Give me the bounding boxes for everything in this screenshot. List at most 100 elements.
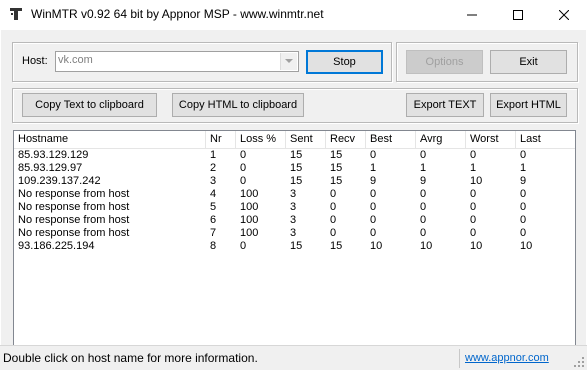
cell-sent: 15 (290, 149, 303, 161)
maximize-icon (513, 10, 523, 20)
copy-text-button[interactable]: Copy Text to clipboard (22, 93, 157, 117)
host-label: Host: (22, 55, 48, 67)
cell-last: 0 (520, 149, 527, 161)
copy-html-button[interactable]: Copy HTML to clipboard (172, 93, 304, 117)
exit-button[interactable]: Exit (490, 50, 567, 74)
cell-worst: 0 (470, 214, 477, 226)
cell-loss: 0 (240, 175, 247, 187)
table-row[interactable]: No response from host 7 100 3 0 0 0 0 0 (14, 227, 575, 240)
minimize-icon (467, 14, 477, 16)
cell-loss: 100 (240, 188, 259, 200)
status-message: Double click on host name for more infor… (3, 351, 258, 365)
cell-worst: 0 (470, 227, 477, 239)
column-header-hostname[interactable]: Hostname (14, 131, 206, 148)
results-table[interactable]: Hostname Nr Loss % Sent Recv Best Avrg W… (13, 130, 576, 368)
table-row[interactable]: No response from host 4 100 3 0 0 0 0 0 (14, 188, 575, 201)
cell-recv: 15 (330, 149, 343, 161)
host-combobox[interactable]: vk.com (55, 51, 299, 72)
table-row[interactable]: 93.186.225.194 8 0 15 15 10 10 10 10 (14, 240, 575, 253)
status-divider (459, 349, 460, 368)
cell-nr: 2 (210, 162, 217, 174)
cell-best: 1 (370, 162, 377, 174)
cell-avrg: 0 (420, 149, 427, 161)
cell-best: 0 (370, 188, 377, 200)
title-bar: WinMTR v0.92 64 bit by Appnor MSP - www.… (0, 0, 587, 30)
cell-hostname: No response from host (18, 201, 130, 213)
appnor-link[interactable]: www.appnor.com (465, 350, 549, 367)
combo-dropdown-button[interactable] (280, 53, 297, 70)
table-row[interactable]: 109.239.137.242 3 0 15 15 9 9 10 9 (14, 175, 575, 188)
cell-recv: 0 (330, 227, 337, 239)
cell-last: 0 (520, 214, 527, 226)
close-button[interactable] (541, 0, 587, 30)
cell-recv: 0 (330, 214, 337, 226)
cell-sent: 15 (290, 162, 303, 174)
cell-hostname: 109.239.137.242 (18, 175, 101, 187)
cell-hostname: No response from host (18, 188, 130, 200)
cell-recv: 15 (330, 240, 343, 252)
column-header-nr[interactable]: Nr (206, 131, 236, 148)
cell-recv: 15 (330, 162, 343, 174)
column-header-sent[interactable]: Sent (286, 131, 326, 148)
cell-last: 1 (520, 162, 527, 174)
cell-hostname: 85.93.129.129 (18, 149, 89, 161)
cell-sent: 3 (290, 201, 297, 213)
cell-nr: 7 (210, 227, 217, 239)
table-header: Hostname Nr Loss % Sent Recv Best Avrg W… (14, 131, 575, 149)
cell-worst: 1 (470, 162, 477, 174)
cell-nr: 6 (210, 214, 217, 226)
table-row[interactable]: 85.93.129.129 1 0 15 15 0 0 0 0 (14, 149, 575, 162)
cell-last: 0 (520, 201, 527, 213)
column-header-best[interactable]: Best (366, 131, 416, 148)
cell-worst: 10 (470, 240, 483, 252)
stop-button[interactable]: Stop (306, 50, 383, 74)
cell-sent: 15 (290, 175, 303, 187)
maximize-button[interactable] (495, 0, 541, 30)
column-header-last[interactable]: Last (516, 131, 575, 148)
close-icon (559, 10, 569, 20)
cell-recv: 15 (330, 175, 343, 187)
host-value: vk.com (58, 54, 93, 66)
cell-loss: 100 (240, 227, 259, 239)
table-row[interactable]: 85.93.129.97 2 0 15 15 1 1 1 1 (14, 162, 575, 175)
cell-best: 9 (370, 175, 377, 187)
resize-grip-icon[interactable] (573, 356, 585, 368)
cell-avrg: 0 (420, 214, 427, 226)
cell-best: 10 (370, 240, 383, 252)
cell-last: 0 (520, 227, 527, 239)
cell-worst: 0 (470, 149, 477, 161)
cell-avrg: 0 (420, 227, 427, 239)
cell-last: 10 (520, 240, 533, 252)
cell-best: 0 (370, 227, 377, 239)
cell-loss: 0 (240, 149, 247, 161)
column-header-worst[interactable]: Worst (466, 131, 516, 148)
cell-worst: 0 (470, 201, 477, 213)
table-row[interactable]: No response from host 6 100 3 0 0 0 0 0 (14, 214, 575, 227)
status-bar: Double click on host name for more infor… (0, 345, 587, 370)
cell-nr: 5 (210, 201, 217, 213)
cell-nr: 4 (210, 188, 217, 200)
cell-sent: 3 (290, 214, 297, 226)
cell-loss: 100 (240, 214, 259, 226)
table-row[interactable]: No response from host 5 100 3 0 0 0 0 0 (14, 201, 575, 214)
column-header-recv[interactable]: Recv (326, 131, 366, 148)
export-html-button[interactable]: Export HTML (490, 93, 567, 117)
cell-best: 0 (370, 214, 377, 226)
cell-loss: 0 (240, 162, 247, 174)
cell-avrg: 0 (420, 188, 427, 200)
cell-hostname: 85.93.129.97 (18, 162, 83, 174)
cell-avrg: 1 (420, 162, 427, 174)
cell-recv: 0 (330, 188, 337, 200)
cell-worst: 0 (470, 188, 477, 200)
cell-nr: 3 (210, 175, 217, 187)
column-header-loss[interactable]: Loss % (236, 131, 286, 148)
cell-sent: 15 (290, 240, 303, 252)
cell-sent: 3 (290, 188, 297, 200)
cell-hostname: 93.186.225.194 (18, 240, 95, 252)
cell-nr: 1 (210, 149, 217, 161)
export-text-button[interactable]: Export TEXT (406, 93, 484, 117)
column-header-avrg[interactable]: Avrg (416, 131, 466, 148)
cell-avrg: 10 (420, 240, 433, 252)
options-button[interactable]: Options (406, 50, 483, 74)
minimize-button[interactable] (449, 0, 495, 30)
